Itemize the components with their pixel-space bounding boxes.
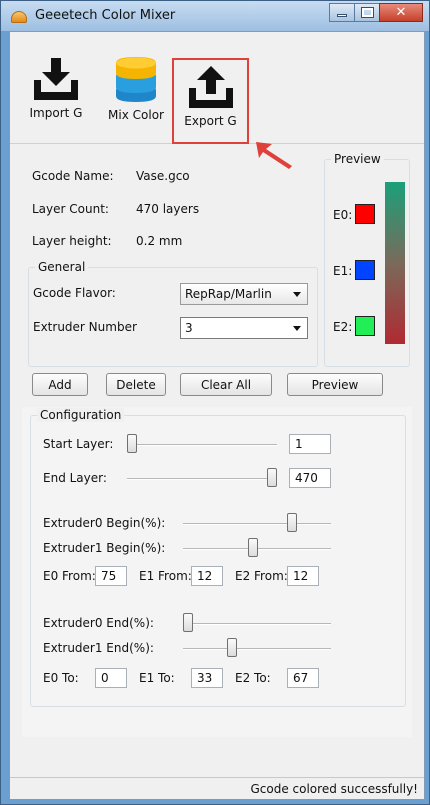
preview-title: Preview (331, 152, 384, 166)
extruder1-end-slider[interactable] (227, 638, 237, 657)
layer-height-label: Layer height: (32, 234, 112, 248)
start-layer-slider-track (127, 444, 277, 446)
status-message: Gcode colored successfully! (250, 782, 418, 796)
configuration-groupbox: Configuration Start Layer: 1 End Layer: … (30, 408, 406, 707)
minimize-button[interactable] (329, 3, 355, 22)
e1-to-label: E1 To: (139, 671, 175, 685)
e1-to-input[interactable]: 33 (191, 668, 223, 688)
database-icon (116, 57, 156, 102)
close-icon: ✕ (395, 5, 407, 20)
extruder-number-select[interactable]: 3 (180, 317, 308, 339)
e2-from-input[interactable]: 12 (287, 566, 319, 586)
gcode-flavor-select[interactable]: RepRap/Marlin (180, 283, 308, 305)
title-bar[interactable]: Geeetech Color Mixer ✕ (1, 1, 429, 31)
e1-from-label: E1 From: (139, 569, 192, 583)
extruder0-begin-slider[interactable] (287, 513, 297, 532)
end-layer-slider-track (127, 478, 277, 480)
extruder1-end-label: Extruder1 End(%): (43, 641, 154, 655)
e2-to-label: E2 To: (235, 671, 271, 685)
gcode-flavor-value: RepRap/Marlin (185, 287, 272, 301)
extruder1-begin-slider[interactable] (248, 538, 258, 557)
gcode-name-label: Gcode Name: (32, 169, 114, 183)
minimize-icon (337, 14, 347, 17)
download-icon (34, 58, 78, 100)
window-title: Geeetech Color Mixer (35, 8, 176, 23)
start-layer-input[interactable]: 1 (289, 434, 331, 454)
e0-to-label: E0 To: (43, 671, 79, 685)
chevron-down-icon (293, 292, 301, 297)
e2-from-label: E2 From: (235, 569, 288, 583)
status-bar: Gcode colored successfully! (10, 777, 424, 799)
color-gradient-preview (385, 182, 405, 344)
app-window: Geeetech Color Mixer ✕ Import G Mix Colo… (0, 0, 430, 805)
e1-from-input[interactable]: 12 (191, 566, 223, 586)
e2-to-input[interactable]: 67 (287, 668, 319, 688)
general-groupbox: General Gcode Flavor: RepRap/Marlin Extr… (28, 260, 318, 367)
gcode-info-section: Gcode Name: Vase.gco Layer Count: 470 la… (10, 145, 424, 375)
app-icon (11, 11, 27, 23)
extruder1-begin-label: Extruder1 Begin(%): (43, 541, 166, 555)
e0-to-input[interactable]: 0 (95, 668, 127, 688)
mix-color-button[interactable]: Mix Color (98, 56, 174, 136)
client-area: Import G Mix Color Export G Gcode Name: … (9, 31, 425, 799)
gcode-name-value: Vase.gco (136, 169, 190, 183)
e0-color-swatch (355, 204, 375, 224)
window-controls: ✕ (329, 3, 423, 23)
mix-color-label: Mix Color (108, 108, 164, 122)
e0-preview-label: E0: (333, 208, 353, 222)
e1-preview-label: E1: (333, 264, 353, 278)
clear-all-button[interactable]: Clear All (180, 373, 272, 396)
end-layer-label: End Layer: (43, 471, 107, 485)
upload-icon (188, 66, 233, 108)
e0-from-label: E0 From: (43, 569, 96, 583)
toolbar: Import G Mix Color Export G (10, 32, 424, 169)
extruder1-end-slider-track (183, 648, 331, 650)
configuration-title: Configuration (37, 408, 125, 422)
import-g-button[interactable]: Import G (24, 56, 88, 136)
start-layer-label: Start Layer: (43, 437, 114, 451)
delete-button[interactable]: Delete (106, 373, 166, 396)
layer-height-value: 0.2 mm (136, 234, 183, 248)
layer-count-value: 470 layers (136, 202, 200, 216)
end-layer-input[interactable]: 470 (289, 468, 331, 488)
preview-groupbox: Preview E0: E1: E2: (324, 152, 410, 367)
add-button[interactable]: Add (32, 373, 88, 396)
extruder0-begin-label: Extruder0 Begin(%): (43, 516, 166, 530)
extruder0-begin-slider-track (183, 523, 331, 525)
close-button[interactable]: ✕ (379, 3, 423, 22)
layer-count-label: Layer Count: (32, 202, 109, 216)
e1-color-swatch (355, 260, 375, 280)
export-g-label: Export G (184, 114, 237, 128)
e2-color-swatch (355, 316, 375, 336)
gcode-flavor-label: Gcode Flavor: (33, 286, 116, 300)
extruder0-end-label: Extruder0 End(%): (43, 616, 154, 630)
extruder0-end-slider[interactable] (183, 613, 193, 632)
configuration-panel: Configuration Start Layer: 1 End Layer: … (22, 407, 412, 737)
start-layer-slider[interactable] (127, 434, 137, 453)
import-g-label: Import G (29, 106, 83, 120)
general-title: General (35, 260, 89, 274)
e0-from-input[interactable]: 75 (95, 566, 127, 586)
maximize-button[interactable] (354, 3, 380, 22)
export-g-button[interactable]: Export G (172, 58, 249, 144)
preview-button[interactable]: Preview (287, 373, 383, 396)
extruder-number-value: 3 (185, 321, 193, 335)
extruder-number-label: Extruder Number (33, 320, 137, 334)
e2-preview-label: E2: (333, 320, 353, 334)
maximize-icon (360, 7, 374, 18)
end-layer-slider[interactable] (267, 468, 277, 487)
chevron-down-icon (293, 326, 301, 331)
extruder0-end-slider-track (183, 623, 331, 625)
